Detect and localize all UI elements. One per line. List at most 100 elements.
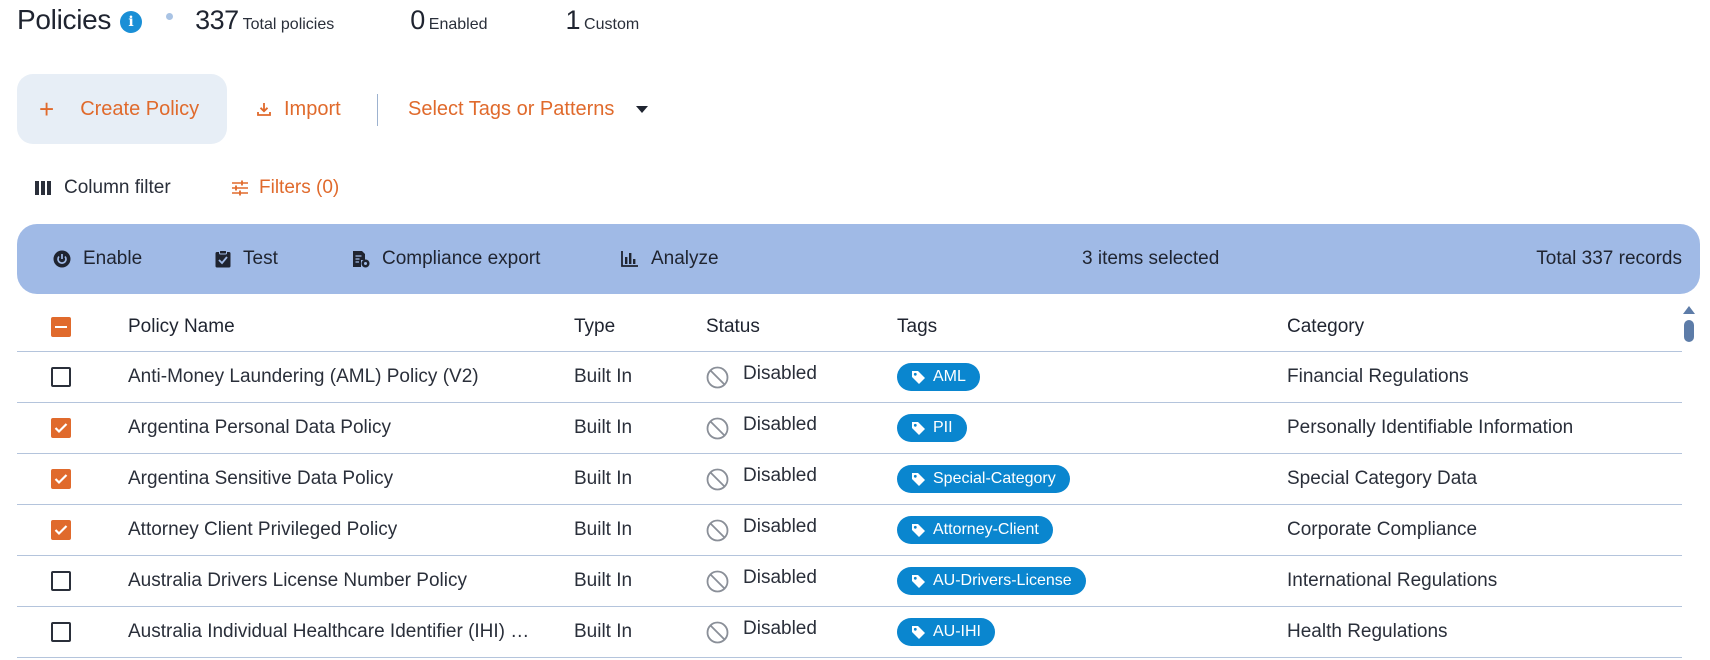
policy-category: Health Regulations xyxy=(1287,621,1448,642)
stat-total: 337 Total policies xyxy=(195,5,334,36)
tag-pill[interactable]: Attorney-Client xyxy=(897,516,1053,544)
row-checkbox[interactable] xyxy=(51,571,71,591)
stat-enabled-label: Enabled xyxy=(428,16,488,33)
policy-name-cell[interactable]: Argentina Personal Data Policy xyxy=(128,403,548,453)
table-row-2[interactable]: Argentina Personal Data Policy Built In … xyxy=(17,403,1682,454)
enable-button[interactable]: Enable xyxy=(53,224,142,294)
scrollbar-thumb[interactable] xyxy=(1684,320,1694,342)
policy-name[interactable]: Australia Individual Healthcare Identifi… xyxy=(128,621,538,643)
row-checkbox[interactable] xyxy=(51,367,71,387)
enable-label: Enable xyxy=(83,248,143,269)
check-icon xyxy=(54,525,68,536)
ban-icon xyxy=(706,366,729,388)
policy-name-cell[interactable]: Australia Drivers License Number Policy xyxy=(128,556,548,606)
caret-down-icon xyxy=(636,105,649,113)
policy-category: Financial Regulations xyxy=(1287,366,1469,387)
tag-icon xyxy=(912,421,925,435)
stat-custom-label: Custom xyxy=(584,16,640,33)
tag-pill[interactable]: Special-Category xyxy=(897,465,1070,493)
bulk-action-bar: Enable Test Compliance export Analyze 3 … xyxy=(17,224,1700,294)
policy-name[interactable]: Australia Drivers License Number Policy xyxy=(128,570,467,592)
column-header-type[interactable]: Type xyxy=(574,302,694,351)
policy-type: Built In xyxy=(574,417,633,438)
table-row-3[interactable]: Argentina Sensitive Data Policy Built In… xyxy=(17,454,1682,505)
tag-select-placeholder: Select Tags or Patterns xyxy=(408,97,615,120)
row-checkbox[interactable] xyxy=(51,469,71,489)
filters-button[interactable]: Filters (0) xyxy=(231,176,339,200)
column-filter-button[interactable]: Column filter xyxy=(35,176,171,200)
policy-status: Disabled xyxy=(743,465,817,486)
policy-type: Built In xyxy=(574,570,633,591)
column-header-status[interactable]: Status xyxy=(706,302,886,351)
policy-type: Built In xyxy=(574,519,633,540)
table-row-1[interactable]: Anti-Money Laundering (AML) Policy (V2) … xyxy=(17,352,1682,403)
ban-icon xyxy=(706,570,729,592)
analyze-button[interactable]: Analyze xyxy=(621,224,719,294)
tag-icon xyxy=(912,523,925,537)
items-selected-count: 3 items selected xyxy=(1082,248,1220,269)
policy-name-cell[interactable]: Anti-Money Laundering (AML) Policy (V2) xyxy=(128,352,548,402)
policy-status-cell: Disabled xyxy=(706,505,886,555)
policy-name[interactable]: Anti-Money Laundering (AML) Policy (V2) xyxy=(128,366,479,388)
tag-pattern-select[interactable]: Select Tags or Patterns xyxy=(408,94,649,124)
policy-status-cell: Disabled xyxy=(706,454,886,504)
policy-name[interactable]: Attorney Client Privileged Policy xyxy=(128,519,397,541)
row-select-cell xyxy=(51,454,81,504)
policy-name[interactable]: Argentina Personal Data Policy xyxy=(128,417,391,439)
column-header-name[interactable]: Policy Name xyxy=(128,302,548,351)
power-icon xyxy=(53,250,71,268)
tag-label: PII xyxy=(933,419,953,436)
policy-name-cell[interactable]: Australia Individual Healthcare Identifi… xyxy=(128,607,548,657)
separator-dot xyxy=(166,13,174,20)
policy-type: Built In xyxy=(574,366,633,387)
tag-pill[interactable]: AU-Drivers-License xyxy=(897,567,1086,595)
page-title: Policies xyxy=(17,4,112,35)
policy-name-cell[interactable]: Attorney Client Privileged Policy xyxy=(128,505,548,555)
table-row-6[interactable]: Australia Individual Healthcare Identifi… xyxy=(17,607,1682,658)
scroll-up-arrow[interactable] xyxy=(1683,306,1695,314)
policy-status: Disabled xyxy=(743,516,817,537)
check-icon xyxy=(54,474,68,485)
tag-pill[interactable]: AML xyxy=(897,363,980,391)
filters-label: Filters (0) xyxy=(259,177,340,198)
tag-pill[interactable]: AU-IHI xyxy=(897,618,995,646)
test-button[interactable]: Test xyxy=(215,224,278,294)
tag-pill[interactable]: PII xyxy=(897,414,967,442)
row-checkbox[interactable] xyxy=(51,418,71,438)
create-policy-button[interactable]: + Create Policy xyxy=(17,74,227,144)
import-button[interactable]: Import xyxy=(256,94,341,124)
policy-status-cell: Disabled xyxy=(706,403,886,453)
bar-chart-icon xyxy=(621,251,638,267)
file-export-icon xyxy=(353,251,370,268)
column-header-category[interactable]: Category xyxy=(1287,302,1677,351)
row-checkbox[interactable] xyxy=(51,622,71,642)
row-checkbox[interactable] xyxy=(51,520,71,540)
tag-label: AU-IHI xyxy=(933,623,981,640)
compliance-export-label: Compliance export xyxy=(382,248,541,269)
download-icon xyxy=(257,103,271,116)
clipboard-check-icon xyxy=(215,250,231,268)
table-row-4[interactable]: Attorney Client Privileged Policy Built … xyxy=(17,505,1682,556)
ban-icon xyxy=(706,519,729,541)
row-select-cell xyxy=(51,556,81,606)
compliance-export-button[interactable]: Compliance export xyxy=(352,224,540,294)
columns-icon xyxy=(35,181,51,195)
policy-category: Corporate Compliance xyxy=(1287,519,1478,540)
import-label: Import xyxy=(284,97,341,120)
stat-enabled-count: 0 xyxy=(410,5,425,35)
header-select-cell xyxy=(51,302,81,351)
policies-table: Policy Name Type Status Tags Category An… xyxy=(17,302,1682,658)
table-header: Policy Name Type Status Tags Category xyxy=(17,302,1682,352)
column-header-tags[interactable]: Tags xyxy=(897,302,1277,351)
policy-name[interactable]: Argentina Sensitive Data Policy xyxy=(128,468,393,490)
policy-category: International Regulations xyxy=(1287,570,1498,591)
info-icon[interactable]: i xyxy=(120,11,143,33)
policy-status: Disabled xyxy=(743,363,817,384)
policy-tags-cell: AML xyxy=(897,352,1277,402)
select-all-checkbox[interactable] xyxy=(51,316,71,337)
sliders-icon xyxy=(232,180,248,196)
test-label: Test xyxy=(243,248,278,269)
ban-icon xyxy=(706,468,729,490)
policy-name-cell[interactable]: Argentina Sensitive Data Policy xyxy=(128,454,548,504)
table-row-5[interactable]: Australia Drivers License Number Policy … xyxy=(17,556,1682,607)
